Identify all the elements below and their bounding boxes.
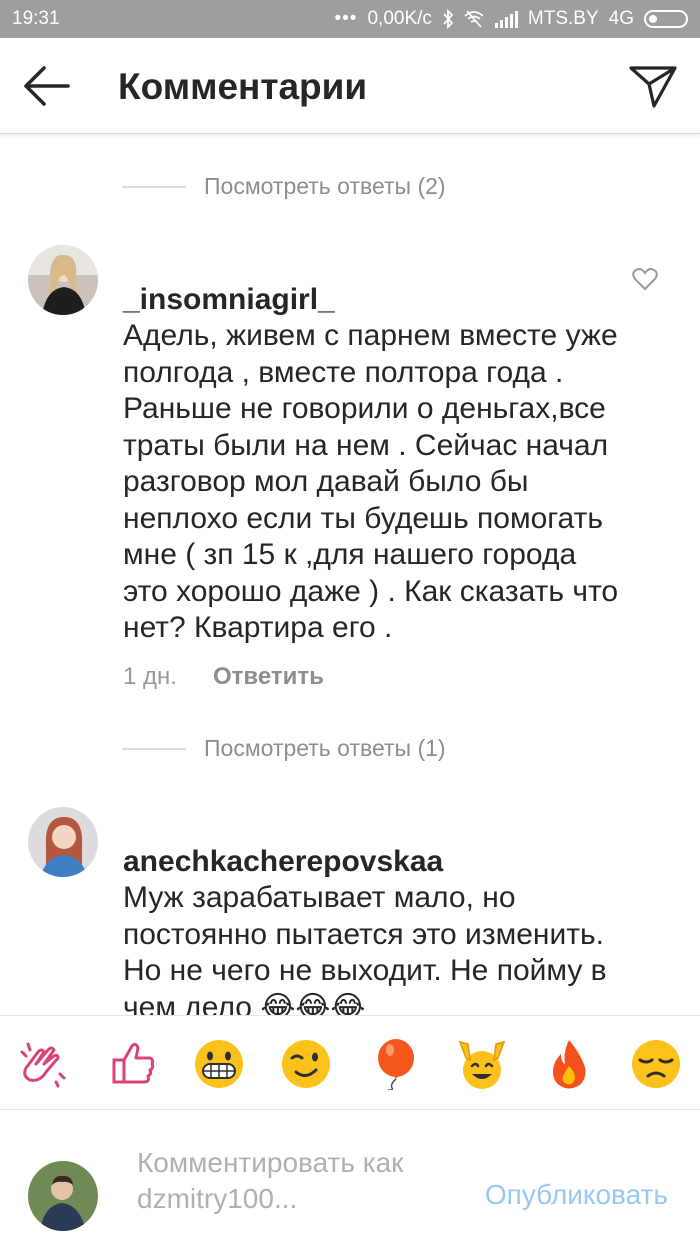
bluetooth-icon [443,9,454,29]
signal-icon [494,11,518,28]
heart-icon[interactable] [632,267,658,291]
status-bar: 19:31 ••• 0,00K/c MTS.BY 4G [0,0,700,38]
winking-face-icon[interactable] [280,1038,332,1090]
raising-hands-icon[interactable] [456,1038,508,1090]
comment-username[interactable]: anechkacherepovskaa [123,845,443,878]
status-network: 4G [608,8,634,29]
status-speed: 0,00K/c [367,8,432,29]
comment-body: Муж зарабатывает мало, но постоянно пыта… [123,881,607,1015]
view-replies-1[interactable]: Посмотреть ответы (2) [122,173,446,200]
emoji-bar [0,1015,700,1110]
comment-body: Адель, живем с парнем вместе уже полгода… [123,319,619,644]
dots-icon: ••• [334,8,358,29]
grinning-face-icon[interactable] [193,1038,245,1090]
disappointed-face-icon[interactable] [630,1038,682,1090]
app-header: Комментарии [0,38,700,134]
fire-icon[interactable] [543,1038,595,1090]
paper-plane-icon[interactable] [628,62,678,110]
comment-meta: 1 дн. Ответить [123,663,324,691]
avatar[interactable] [28,245,98,315]
replies-divider [122,185,186,188]
page-title: Комментарии [118,66,368,107]
battery-icon [644,10,688,28]
comment-time: 1 дн. [123,663,177,690]
replies-divider [122,747,186,750]
comment-composer: Комментировать как dzmitry100... Опублик… [0,1111,700,1244]
status-carrier: MTS.BY [527,8,599,29]
view-replies-label[interactable]: Посмотреть ответы (1) [204,735,446,762]
balloon-icon[interactable] [368,1038,420,1090]
avatar[interactable] [28,807,98,877]
status-time: 19:31 [12,8,60,29]
view-replies-label[interactable]: Посмотреть ответы (2) [204,173,446,200]
view-replies-2[interactable]: Посмотреть ответы (1) [122,735,446,762]
reply-button[interactable]: Ответить [213,663,324,691]
comments-list: Посмотреть ответы (2) _insomniagirl_ Аде… [0,135,700,1015]
comment-input[interactable]: Комментировать как dzmitry100... [137,1145,437,1217]
avatar [28,1161,98,1231]
comment-text: _insomniagirl_ Адель, живем с парнем вме… [123,245,623,647]
comment-text: anechkacherepovskaa Муж зарабатывает мал… [123,807,623,1016]
publish-button[interactable]: Опубликовать [485,1179,668,1211]
thumbs-up-icon[interactable] [108,1038,160,1090]
comment-username[interactable]: _insomniagirl_ [123,283,335,316]
wifi-off-icon [464,10,484,28]
status-right: ••• 0,00K/c MTS.BY 4G [334,8,688,30]
clapping-hands-icon[interactable] [16,1038,68,1090]
arrow-left-icon[interactable] [20,64,72,108]
